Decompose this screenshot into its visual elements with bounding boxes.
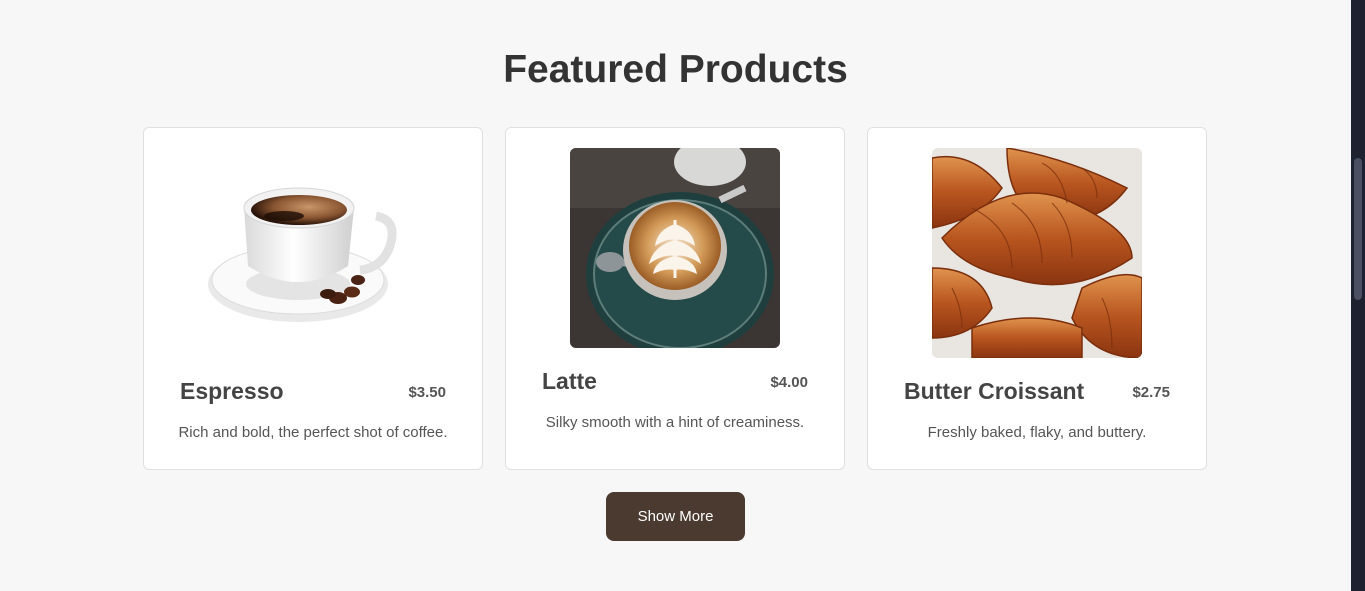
latte-art-icon (570, 148, 780, 348)
featured-products-section: Featured Products Espresso $3.50 Rich an… (0, 0, 1351, 591)
scrollbar[interactable] (1351, 0, 1365, 591)
product-price: $4.00 (770, 374, 808, 391)
product-card-latte[interactable]: Latte $4.00 Silky smooth with a hint of … (505, 127, 845, 470)
espresso-image (208, 166, 418, 336)
croissant-icon (932, 148, 1142, 358)
latte-image (570, 148, 780, 348)
product-card-espresso[interactable]: Espresso $3.50 Rich and bold, the perfec… (143, 127, 483, 470)
product-card-butter-croissant[interactable]: Butter Croissant $2.75 Freshly baked, fl… (867, 127, 1207, 470)
product-price: $3.50 (408, 384, 446, 401)
product-name: Latte (542, 368, 597, 394)
croissant-image (932, 148, 1142, 358)
product-description: Rich and bold, the perfect shot of coffe… (178, 424, 448, 441)
espresso-cup-icon (208, 187, 397, 322)
show-more-button[interactable]: Show More (606, 492, 745, 541)
product-price: $2.75 (1132, 384, 1170, 401)
scrollbar-thumb[interactable] (1354, 158, 1362, 300)
product-description: Freshly baked, flaky, and buttery. (927, 424, 1147, 441)
product-name: Espresso (180, 378, 284, 404)
product-name: Butter Croissant (904, 378, 1085, 404)
product-description: Silky smooth with a hint of creaminess. (545, 414, 805, 431)
section-title: Featured Products (503, 48, 848, 91)
